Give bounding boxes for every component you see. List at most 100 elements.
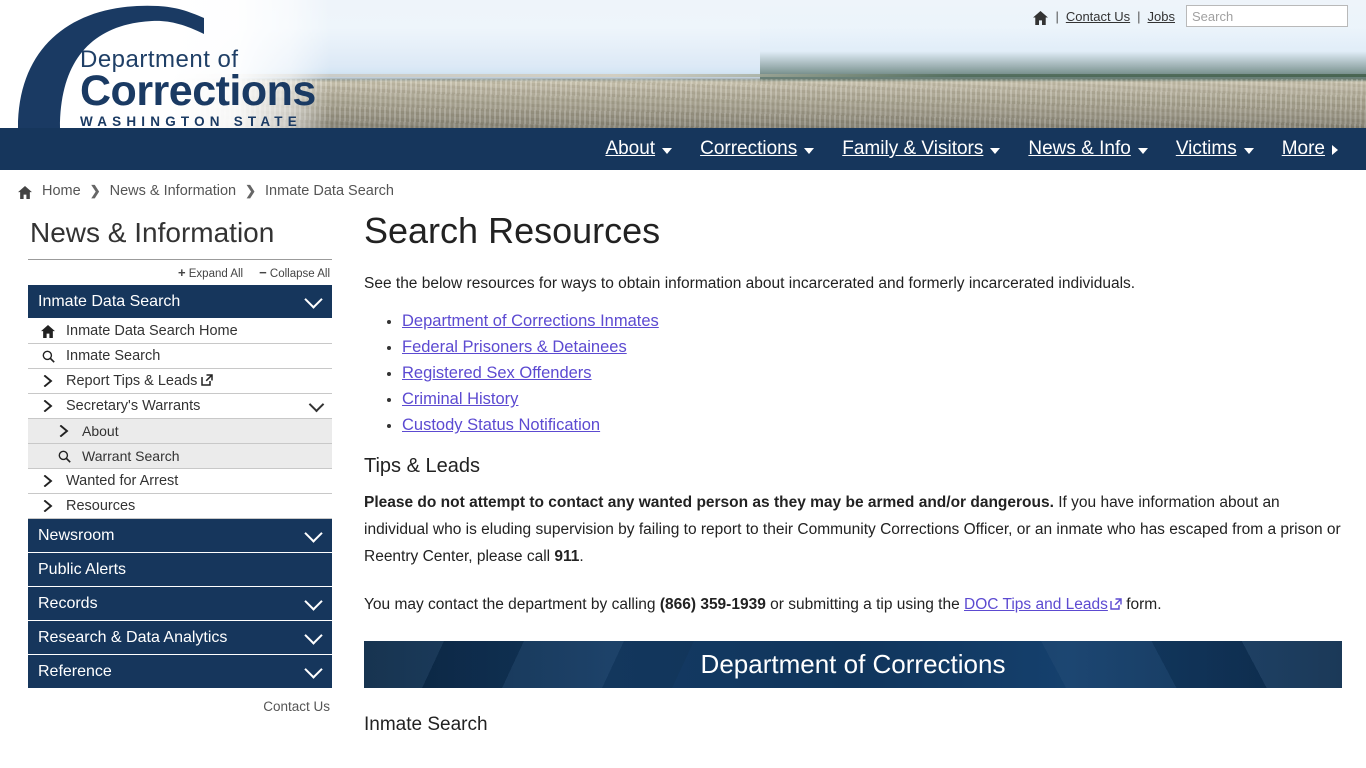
main-content: Search Resources See the below resources… bbox=[332, 209, 1342, 736]
sidebar-section-public-alerts[interactable]: Public Alerts bbox=[28, 553, 332, 587]
sidebar-section-newsroom[interactable]: Newsroom bbox=[28, 519, 332, 553]
sidebar-item-secretary-s-warrants[interactable]: Secretary's Warrants bbox=[28, 394, 332, 419]
chevron-down-icon bbox=[304, 289, 323, 309]
sidebar-item-report-tips-leads[interactable]: Report Tips & Leads bbox=[28, 369, 332, 394]
sidebar-item-wanted-for-arrest[interactable]: Wanted for Arrest bbox=[28, 469, 332, 494]
sidebar-section-research-data-analytics[interactable]: Research & Data Analytics bbox=[28, 621, 332, 655]
resource-link-item: Criminal History bbox=[402, 390, 1342, 409]
page-body: News & Information + Expand All − Collap… bbox=[0, 209, 1366, 736]
chevron-right-icon bbox=[56, 425, 72, 437]
contact-us-link[interactable]: Contact Us bbox=[1066, 9, 1130, 24]
sidebar-item-label: Inmate Search bbox=[66, 348, 161, 364]
chevron-down-icon bbox=[304, 659, 323, 679]
breadcrumb-news-information-link[interactable]: News & Information bbox=[110, 183, 237, 199]
resource-link-item: Department of Corrections Inmates bbox=[402, 312, 1342, 331]
sidebar-contact-us-link[interactable]: Contact Us bbox=[28, 689, 332, 714]
resource-link-item: Custody Status Notification bbox=[402, 416, 1342, 435]
home-icon bbox=[40, 324, 56, 338]
external-link-icon bbox=[1110, 593, 1122, 610]
search-icon bbox=[40, 350, 56, 363]
resource-link-item: Registered Sex Offenders bbox=[402, 364, 1342, 383]
plus-icon: + bbox=[177, 265, 186, 280]
chevron-down-icon bbox=[304, 591, 323, 611]
sidebar-section-inmate-data-search[interactable]: Inmate Data Search bbox=[28, 285, 332, 319]
tips-paragraph-end: . bbox=[579, 547, 584, 565]
nav-item-more[interactable]: More bbox=[1268, 128, 1352, 170]
sidebar-item-label: Wanted for Arrest bbox=[66, 473, 179, 489]
sidebar-item-inmate-search[interactable]: Inmate Search bbox=[28, 344, 332, 369]
sidebar-section-records[interactable]: Records bbox=[28, 587, 332, 621]
chevron-right-icon bbox=[40, 400, 56, 412]
nav-item-news-info[interactable]: News & Info bbox=[1014, 128, 1161, 170]
chevron-right-icon bbox=[40, 475, 56, 487]
tips-and-leads-heading: Tips & Leads bbox=[364, 455, 480, 478]
sidebar-section-reference[interactable]: Reference bbox=[28, 655, 332, 689]
jobs-link[interactable]: Jobs bbox=[1148, 9, 1175, 24]
resource-links-list: Department of Corrections Inmates Federal… bbox=[364, 312, 1342, 435]
sidebar-item-label: Report Tips & Leads bbox=[66, 373, 198, 389]
sidebar-item-inmate-data-search-home[interactable]: Inmate Data Search Home bbox=[28, 319, 332, 344]
nav-item-label: Family & Visitors bbox=[842, 138, 984, 159]
nav-item-label: Victims bbox=[1175, 138, 1237, 159]
breadcrumb-current-page: Inmate Data Search bbox=[265, 183, 394, 199]
search-input[interactable] bbox=[1187, 6, 1366, 26]
nav-item-label: About bbox=[605, 138, 656, 159]
breadcrumb-home-link[interactable]: Home bbox=[42, 183, 81, 199]
breadcrumb-chevron-icon: ❯ bbox=[89, 183, 101, 198]
contact-post-text: form. bbox=[1121, 596, 1162, 614]
sidebar-section-label: Inmate Data Search bbox=[38, 292, 181, 310]
chevron-down-icon bbox=[990, 148, 1001, 154]
resource-link-registered-sex-offenders[interactable]: Registered Sex Offenders bbox=[402, 364, 592, 382]
nav-item-about[interactable]: About bbox=[591, 128, 686, 170]
sidebar-item-warrant-search[interactable]: Warrant Search bbox=[28, 444, 332, 469]
external-link-icon bbox=[201, 373, 214, 389]
nav-item-corrections[interactable]: Corrections bbox=[686, 128, 828, 170]
breadcrumb-chevron-icon: ❯ bbox=[245, 183, 257, 198]
chevron-down-icon[interactable] bbox=[308, 396, 325, 412]
sidebar-expand-collapse-controls: + Expand All − Collapse All bbox=[28, 260, 332, 285]
resource-link-criminal-history[interactable]: Criminal History bbox=[402, 390, 518, 408]
resource-link-federal-prisoners-detainees[interactable]: Federal Prisoners & Detainees bbox=[402, 338, 627, 356]
resource-link-department-of-corrections-inmates[interactable]: Department of Corrections Inmates bbox=[402, 312, 659, 330]
main-navigation: About Corrections Family & Visitors News & … bbox=[0, 128, 1366, 170]
tips-warning-bold: Please do not attempt to contact any wan… bbox=[364, 494, 1054, 512]
sidebar-title: News & Information bbox=[28, 209, 332, 260]
sidebar-item-label: Inmate Data Search Home bbox=[66, 323, 238, 339]
page-title: Search Resources bbox=[364, 210, 661, 251]
resource-link-custody-status-notification[interactable]: Custody Status Notification bbox=[402, 416, 600, 434]
sidebar: News & Information + Expand All − Collap… bbox=[28, 209, 332, 714]
utility-separator-1: | bbox=[1055, 8, 1059, 24]
inmate-search-subheading: Inmate Search bbox=[364, 713, 488, 735]
doc-tips-and-leads-link[interactable]: DOC Tips and Leads bbox=[964, 596, 1108, 613]
expand-all-label: Expand All bbox=[188, 268, 244, 280]
sidebar-item-label: Secretary's Warrants bbox=[66, 398, 201, 414]
sidebar-section-label: Records bbox=[38, 594, 98, 612]
sidebar-item-label: About bbox=[82, 423, 119, 439]
contact-mid-text: or submitting a tip using the bbox=[765, 596, 964, 614]
chevron-down-icon bbox=[804, 148, 815, 154]
nav-item-victims[interactable]: Victims bbox=[1162, 128, 1268, 170]
resource-link-item: Federal Prisoners & Detainees bbox=[402, 338, 1342, 357]
sidebar-item-resources[interactable]: Resources bbox=[28, 494, 332, 519]
sidebar-section-list: Newsroom Public Alerts Records Research & D… bbox=[28, 519, 332, 689]
breadcrumb-home-icon bbox=[18, 186, 33, 200]
chevron-down-icon bbox=[304, 625, 323, 645]
collapse-all-button[interactable]: − Collapse All bbox=[259, 265, 330, 280]
chevron-right-icon bbox=[1332, 145, 1338, 155]
collapse-all-label: Collapse All bbox=[269, 268, 330, 280]
doc-logo-text[interactable]: Department of Corrections WASHINGTON STA… bbox=[80, 48, 316, 129]
nav-item-family-visitors[interactable]: Family & Visitors bbox=[828, 128, 1014, 170]
chevron-down-icon bbox=[304, 523, 323, 543]
sidebar-section-label: Research & Data Analytics bbox=[38, 628, 228, 646]
expand-all-button[interactable]: + Expand All bbox=[178, 265, 243, 280]
page-lead-text: See the below resources for ways to obta… bbox=[364, 274, 1136, 292]
home-icon[interactable] bbox=[1033, 11, 1049, 25]
sidebar-item-about[interactable]: About bbox=[28, 419, 332, 444]
utility-bar: | Contact Us | Jobs bbox=[1033, 5, 1366, 27]
site-header: Department of Corrections WASHINGTON STA… bbox=[0, 0, 1366, 128]
chevron-right-icon bbox=[40, 500, 56, 512]
sidebar-section-label: Public Alerts bbox=[38, 560, 127, 578]
sidebar-item-list: Inmate Data Search Home Inmate Search Repo… bbox=[28, 319, 332, 519]
utility-separator-2: | bbox=[1137, 8, 1141, 24]
contact-pre-text: You may contact the department by callin… bbox=[364, 596, 660, 614]
